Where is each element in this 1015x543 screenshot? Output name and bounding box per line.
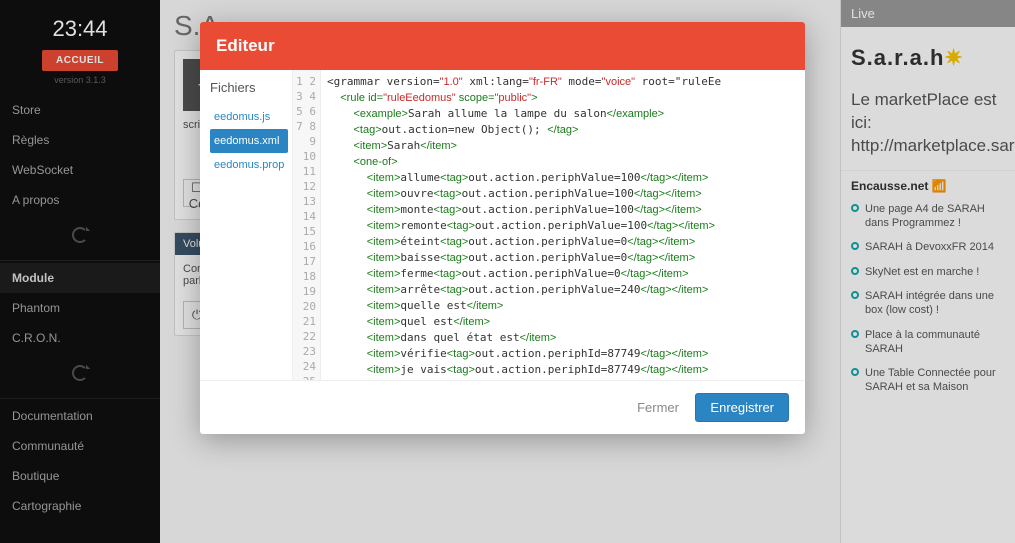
- file-item[interactable]: eedomus.xml: [210, 129, 288, 153]
- close-button[interactable]: Fermer: [625, 394, 691, 421]
- code-editor[interactable]: 1 2 3 4 5 6 7 8 9 10 11 12 13 14 15 16 1…: [292, 70, 805, 380]
- files-pane: Fichiers eedomus.jseedomus.xmleedomus.pr…: [200, 70, 292, 380]
- file-item[interactable]: eedomus.prop: [210, 153, 288, 177]
- code-area[interactable]: <grammar version="1.0" xml:lang="fr-FR" …: [321, 70, 805, 380]
- modal-title: Editeur: [200, 22, 805, 70]
- save-button[interactable]: Enregistrer: [695, 393, 789, 422]
- line-gutter: 1 2 3 4 5 6 7 8 9 10 11 12 13 14 15 16 1…: [293, 70, 321, 380]
- editor-modal: Editeur Fichiers eedomus.jseedomus.xmlee…: [200, 22, 805, 434]
- files-label: Fichiers: [210, 80, 288, 95]
- file-item[interactable]: eedomus.js: [210, 105, 288, 129]
